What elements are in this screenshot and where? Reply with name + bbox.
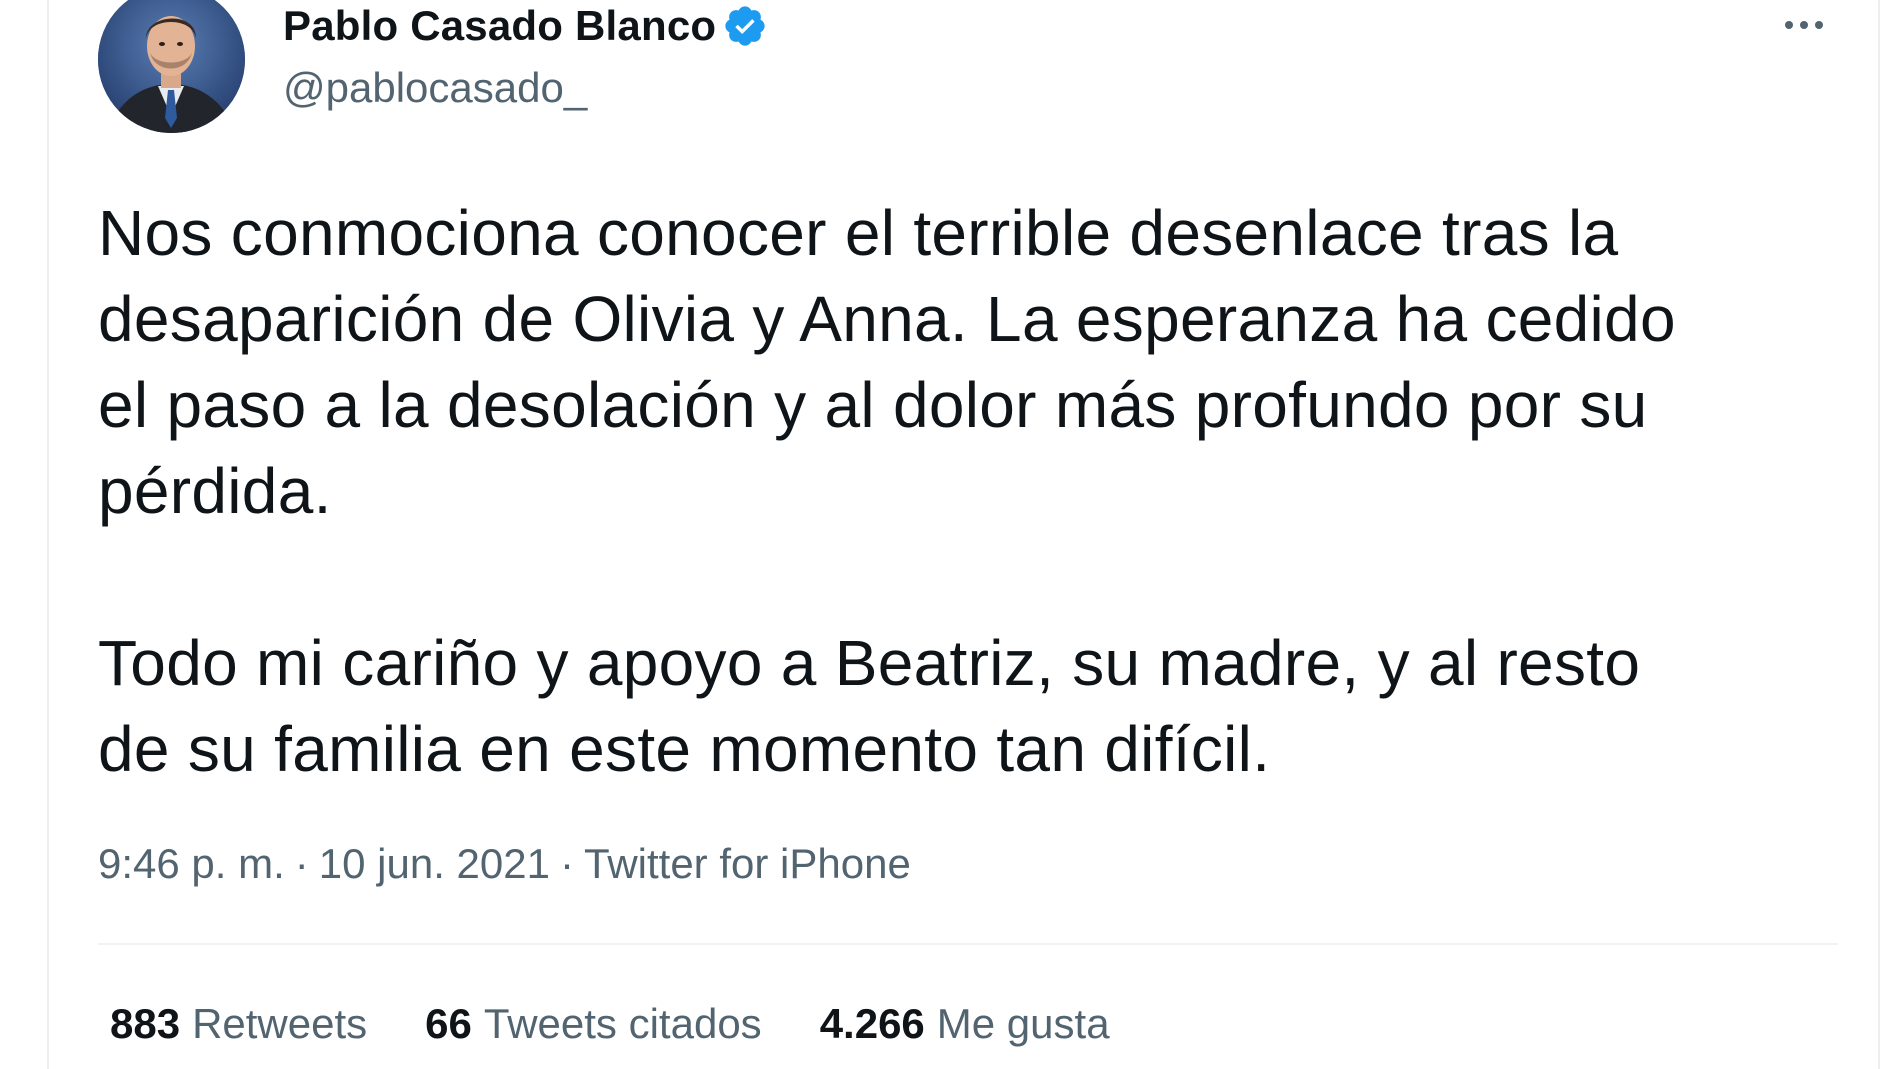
- meta-separator: ·: [559, 840, 574, 887]
- verified-badge-icon: [722, 3, 768, 49]
- more-horizontal-icon: [1785, 21, 1823, 29]
- tweet-time[interactable]: 9:46 p. m.: [98, 840, 285, 888]
- more-options-button[interactable]: [1770, 2, 1838, 48]
- retweets-label: Retweets: [192, 1000, 368, 1047]
- tweet-date[interactable]: 10 jun. 2021: [319, 840, 550, 888]
- quote-tweets-count: 66: [425, 1000, 472, 1047]
- tweet-source-link[interactable]: Twitter for iPhone: [584, 840, 911, 888]
- tweet-paragraph: Todo mi cariño y apoyo a Beatriz, su mad…: [98, 627, 1641, 785]
- card-right-border: [1878, 0, 1880, 1069]
- retweets-count: 883: [110, 1000, 181, 1047]
- meta-separator: ·: [294, 840, 309, 887]
- tweet-metadata: 9:46 p. m. · 10 jun. 2021 · Twitter for …: [98, 840, 911, 888]
- retweets-stat[interactable]: 883 Retweets: [110, 1000, 367, 1048]
- tweet-card: Pablo Casado Blanco @pablocasado_ Nos co…: [0, 0, 1900, 1069]
- likes-count: 4.266: [819, 1000, 925, 1047]
- tweet-stats: 883 Retweets 66 Tweets citados 4.266 Me …: [110, 1000, 1168, 1048]
- author-handle[interactable]: @pablocasado_: [283, 64, 587, 112]
- quote-tweets-label: Tweets citados: [483, 1000, 762, 1047]
- tweet-text: Nos conmociona conocer el terrible desen…: [98, 190, 1838, 792]
- likes-label: Me gusta: [936, 1000, 1110, 1047]
- tweet-paragraph: Nos conmociona conocer el terrible desen…: [98, 197, 1676, 527]
- avatar[interactable]: [98, 0, 245, 133]
- card-left-border: [47, 0, 49, 1069]
- author-display-name[interactable]: Pablo Casado Blanco: [283, 2, 716, 50]
- quote-tweets-stat[interactable]: 66 Tweets citados: [425, 1000, 762, 1048]
- author-name-row: Pablo Casado Blanco: [283, 0, 768, 52]
- divider: [98, 943, 1838, 945]
- avatar-image: [98, 0, 245, 133]
- likes-stat[interactable]: 4.266 Me gusta: [820, 1000, 1110, 1048]
